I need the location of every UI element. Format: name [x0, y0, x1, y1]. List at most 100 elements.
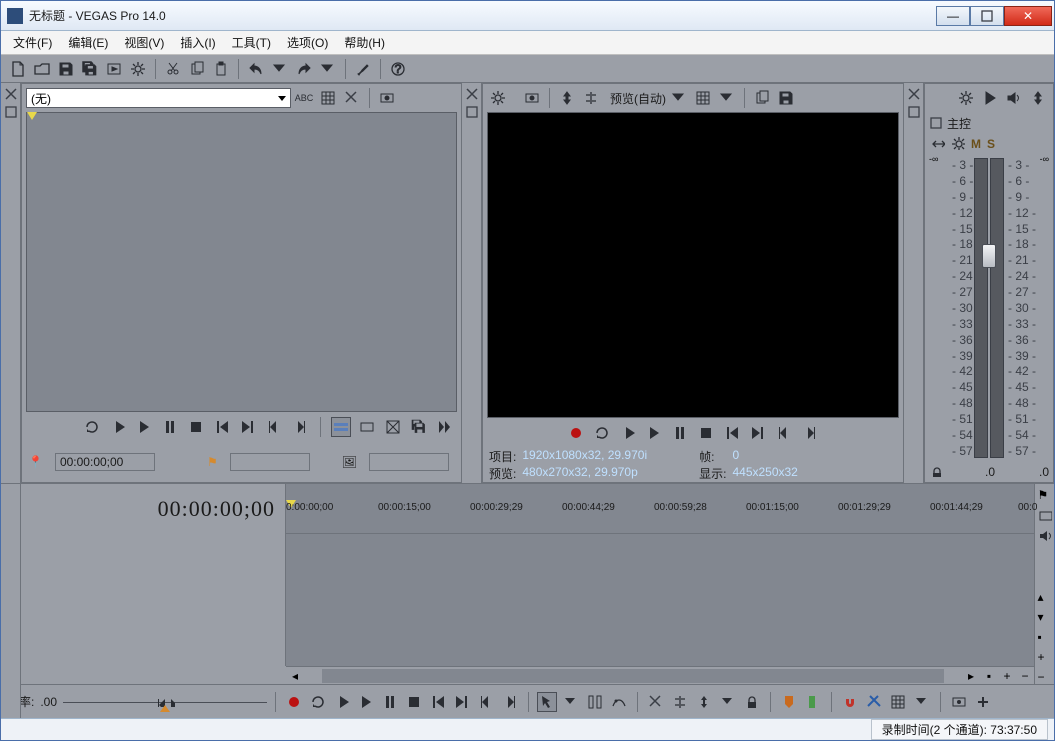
- trimmer-addvideo-button[interactable]: [357, 417, 377, 437]
- preview-loop-button[interactable]: [592, 423, 612, 443]
- copy-button[interactable]: [186, 58, 208, 80]
- preview-quality-dd[interactable]: [668, 87, 690, 109]
- tl-first-button[interactable]: [428, 692, 448, 712]
- redo-button[interactable]: [293, 58, 315, 80]
- dock-max-icon[interactable]: [907, 105, 921, 119]
- tl-record-button[interactable]: [284, 692, 304, 712]
- cut-button[interactable]: [162, 58, 184, 80]
- tl-addtrack-button[interactable]: [949, 692, 969, 712]
- preview-stage[interactable]: [487, 112, 899, 418]
- trimmer-stage[interactable]: [26, 112, 457, 412]
- menu-options[interactable]: 选项(O): [279, 32, 336, 53]
- timeline-timecode[interactable]: 00:00:00;00: [158, 496, 275, 522]
- preview-record-button[interactable]: [566, 423, 586, 443]
- trimmer-timecode-input[interactable]: 00:00:00;00: [55, 453, 155, 471]
- maximize-button[interactable]: [970, 6, 1004, 26]
- tl-autoripple-button[interactable]: [694, 692, 714, 712]
- mixer-downmix-button[interactable]: [979, 87, 1001, 109]
- trimmer-more-button[interactable]: [435, 417, 455, 437]
- preview-pause-button[interactable]: [670, 423, 690, 443]
- preview-last-button[interactable]: [748, 423, 768, 443]
- menu-tools[interactable]: 工具(T): [224, 32, 279, 53]
- trimmer-sort-button[interactable]: [317, 87, 339, 109]
- undo-dd-button[interactable]: [269, 58, 291, 80]
- preview-extmon-button[interactable]: [521, 87, 543, 109]
- mixer-auto-icon[interactable]: [951, 136, 965, 153]
- tl-nextframe-button[interactable]: [500, 692, 520, 712]
- close-button[interactable]: ✕: [1004, 6, 1052, 26]
- trimmer-del-button[interactable]: [341, 87, 363, 109]
- master-fader[interactable]: [982, 244, 996, 268]
- preview-play-button[interactable]: [644, 423, 664, 443]
- tl-snap-button[interactable]: [840, 692, 860, 712]
- preview-playin-button[interactable]: [618, 423, 638, 443]
- tl-vminus[interactable]: −: [1038, 670, 1052, 684]
- trimmer-loop-button[interactable]: [82, 417, 102, 437]
- preview-copy-button[interactable]: [751, 87, 773, 109]
- tl-vplus[interactable]: +: [1038, 650, 1052, 664]
- tl-vzoom-up[interactable]: ▴: [1038, 590, 1052, 604]
- paste-button[interactable]: [210, 58, 232, 80]
- tl-tool-dd[interactable]: [561, 692, 581, 712]
- tl-region-button[interactable]: [803, 692, 823, 712]
- mixer-dim-button[interactable]: [1003, 87, 1025, 109]
- menu-insert[interactable]: 插入(I): [172, 32, 223, 53]
- trimmer-savemark-button[interactable]: [409, 417, 429, 437]
- mixer-output-button[interactable]: [1027, 87, 1049, 109]
- trimmer-stop-button[interactable]: [186, 417, 206, 437]
- tl-track-a-icon[interactable]: [1038, 528, 1052, 542]
- preview-fx-button[interactable]: [556, 87, 578, 109]
- preview-quality-label[interactable]: 预览(自动): [610, 90, 666, 107]
- redo-dd-button[interactable]: [317, 58, 339, 80]
- hscroll-left[interactable]: ◂: [286, 667, 304, 685]
- tl-stop-button[interactable]: [404, 692, 424, 712]
- tl-normaltool-button[interactable]: [537, 692, 557, 712]
- timeline-tracks-area[interactable]: [286, 534, 1034, 666]
- menu-file[interactable]: 文件(F): [5, 32, 60, 53]
- preview-split-button[interactable]: [580, 87, 602, 109]
- tl-last-button[interactable]: [452, 692, 472, 712]
- timeline-track-headers[interactable]: [21, 534, 286, 666]
- lock-icon[interactable]: [929, 465, 941, 480]
- mixer-pan-icon[interactable]: [931, 136, 945, 153]
- hscroll-track[interactable]: [322, 669, 944, 683]
- tl-track-v-icon[interactable]: [1038, 508, 1052, 522]
- tl-seltool-button[interactable]: [585, 692, 605, 712]
- touch-button[interactable]: [352, 58, 374, 80]
- hscroll-zout[interactable]: −: [1016, 667, 1034, 685]
- dock-max-icon[interactable]: [465, 105, 479, 119]
- trimmer-playin-button[interactable]: [108, 417, 128, 437]
- trimmer-media-select[interactable]: (无): [26, 88, 291, 108]
- undo-button[interactable]: [245, 58, 267, 80]
- preview-save-button[interactable]: [775, 87, 797, 109]
- tl-prevframe-button[interactable]: [476, 692, 496, 712]
- tl-split-button[interactable]: [670, 692, 690, 712]
- tl-playin-button[interactable]: [332, 692, 352, 712]
- dock-close-icon[interactable]: [907, 87, 921, 101]
- dock-close-icon[interactable]: [465, 87, 479, 101]
- preview-stop-button[interactable]: [696, 423, 716, 443]
- preview-grid-button[interactable]: [692, 87, 714, 109]
- menu-help[interactable]: 帮助(H): [336, 32, 393, 53]
- tl-pause-button[interactable]: [380, 692, 400, 712]
- trimmer-play-button[interactable]: [134, 417, 154, 437]
- trimmer-pause-button[interactable]: [160, 417, 180, 437]
- preview-prevframe-button[interactable]: [774, 423, 794, 443]
- hscroll-fit[interactable]: ▪: [980, 667, 998, 685]
- whatsthis-button[interactable]: [387, 58, 409, 80]
- timeline-ruler[interactable]: 0:00:00;0000:00:15;0000:00:29;2900:00:44…: [286, 484, 1034, 534]
- new-button[interactable]: [7, 58, 29, 80]
- save-all-button[interactable]: [79, 58, 101, 80]
- render-button[interactable]: [103, 58, 125, 80]
- mixer-solo-button[interactable]: S: [987, 137, 995, 151]
- dock-close-icon[interactable]: [4, 87, 18, 101]
- dock-max-icon[interactable]: [4, 105, 18, 119]
- trimmer-len-input[interactable]: [369, 453, 449, 471]
- trimmer-first-button[interactable]: [212, 417, 232, 437]
- trimmer-fit-button[interactable]: [383, 417, 403, 437]
- menu-edit[interactable]: 编辑(E): [60, 32, 116, 53]
- trimmer-prevframe-button[interactable]: [264, 417, 284, 437]
- tl-vfit[interactable]: ▪: [1038, 630, 1052, 644]
- tl-quantize-button[interactable]: [888, 692, 908, 712]
- tl-autocross-button[interactable]: [864, 692, 884, 712]
